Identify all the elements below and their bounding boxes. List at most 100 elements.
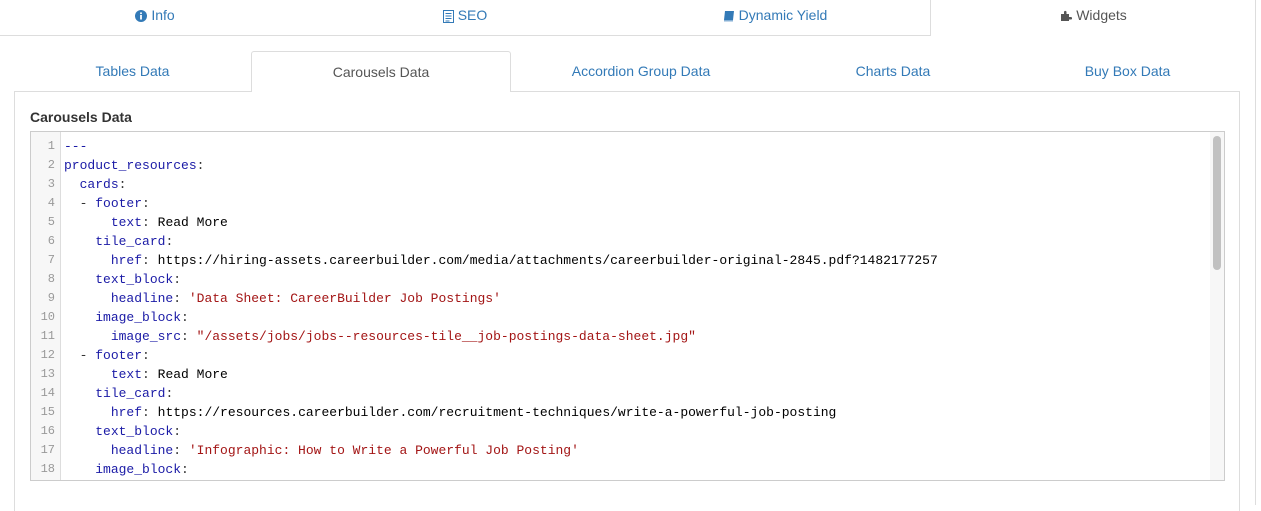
- code-line: 17 headline: 'Infographic: How to Write …: [31, 441, 1211, 460]
- line-number: 2: [47, 158, 55, 172]
- content-right-border: [1255, 0, 1256, 505]
- yaml-colon: :: [142, 348, 150, 363]
- code-line: 1 ---: [31, 137, 1211, 156]
- code-line: 16 text_block:: [31, 422, 1211, 441]
- yaml-value: Read More: [157, 215, 228, 230]
- tab-seo[interactable]: SEO: [310, 0, 620, 35]
- code-line: 13 text: Read More: [31, 365, 1211, 384]
- line-number: 17: [40, 443, 55, 457]
- yaml-value: https://resources.careerbuilder.com/recr…: [157, 405, 837, 420]
- line-number: 18: [40, 462, 55, 476]
- yaml-key: text: [110, 215, 143, 230]
- code-text: - footer:: [64, 346, 150, 365]
- yaml-colon: :: [142, 405, 158, 420]
- line-number: 11: [40, 329, 55, 343]
- yaml-colon: :: [118, 177, 127, 192]
- yaml-value: 'Infographic: How to Write a Powerful Jo…: [188, 443, 579, 458]
- yaml-key: headline: [110, 291, 174, 306]
- tab-info-label: Info: [151, 7, 175, 23]
- line-number: 4: [47, 196, 55, 210]
- yaml-key: cards: [79, 177, 119, 192]
- code-indent: -: [64, 196, 96, 211]
- line-number: 12: [40, 348, 55, 362]
- code-text: headline: 'Data Sheet: CareerBuilder Job…: [64, 289, 501, 308]
- yaml-key: footer: [95, 348, 143, 363]
- line-number: 14: [40, 386, 55, 400]
- code-line: 8 text_block:: [31, 270, 1211, 289]
- tab-tables-data[interactable]: Tables Data: [14, 51, 251, 91]
- code-text: image_src: "/assets/jobs/jobs--resources…: [64, 327, 696, 346]
- yaml-colon: :: [181, 310, 189, 325]
- tab-widgets[interactable]: Widgets: [930, 0, 1256, 36]
- yaml-key: text_block: [95, 272, 174, 287]
- yaml-colon: :: [165, 234, 174, 249]
- yaml-key: image_block: [95, 310, 182, 325]
- code-line: 5 text: Read More: [31, 213, 1211, 232]
- tab-charts-data[interactable]: Charts Data: [771, 51, 1015, 91]
- book-icon: [723, 10, 735, 22]
- yaml-value: Read More: [157, 367, 228, 382]
- line-number: 9: [47, 291, 55, 305]
- tab-accordion-group-data[interactable]: Accordion Group Data: [511, 51, 771, 91]
- yaml-colon: :: [142, 253, 158, 268]
- line-number: 6: [47, 234, 55, 248]
- line-number: 16: [40, 424, 55, 438]
- tab-carousels-data[interactable]: Carousels Data: [251, 51, 511, 92]
- code-text: cards:: [64, 175, 127, 194]
- code-line: 12 - footer:: [31, 346, 1211, 365]
- code-line: 15 href: https://resources.careerbuilder…: [31, 403, 1211, 422]
- line-number: 7: [47, 253, 55, 267]
- tab-info[interactable]: Info: [0, 0, 310, 35]
- yaml-colon: :: [165, 386, 174, 401]
- line-number: 8: [47, 272, 55, 286]
- yaml-key: headline: [110, 443, 174, 458]
- info-circle-icon: [135, 10, 148, 23]
- tab-dynamic-yield-label: Dynamic Yield: [738, 7, 828, 23]
- code-text: href: https://resources.careerbuilder.co…: [64, 403, 837, 422]
- code-line: 14 tile_card:: [31, 384, 1211, 403]
- yaml-key: text: [110, 367, 143, 382]
- yaml-value: https://hiring-assets.careerbuilder.com/…: [157, 253, 938, 268]
- tab-widgets-label: Widgets: [1076, 7, 1127, 23]
- yaml-key: href: [110, 405, 143, 420]
- carousels-data-label: Carousels Data: [30, 109, 132, 125]
- yaml-colon: :: [181, 462, 189, 477]
- tab-seo-label: SEO: [457, 7, 488, 23]
- tab-buy-box-data[interactable]: Buy Box Data: [1015, 51, 1240, 91]
- editor-scrollbar-thumb[interactable]: [1213, 136, 1221, 270]
- sub-tab-bar: Tables Data Carousels Data Accordion Gro…: [14, 51, 1240, 92]
- code-text: text: Read More: [64, 365, 228, 384]
- code-line: 2 product_resources:: [31, 156, 1211, 175]
- yaml-key: image_block: [95, 462, 182, 477]
- yaml-key: tile_card: [95, 234, 166, 249]
- editor-scrollbar-track[interactable]: [1210, 132, 1224, 480]
- line-number: 15: [40, 405, 55, 419]
- code-line: 9 headline: 'Data Sheet: CareerBuilder J…: [31, 289, 1211, 308]
- tab-dynamic-yield[interactable]: Dynamic Yield: [620, 0, 930, 35]
- yaml-colon: :: [181, 329, 197, 344]
- code-text: tile_card:: [64, 384, 173, 403]
- yaml-colon: :: [173, 424, 182, 439]
- code-text: - footer:: [64, 194, 150, 213]
- yaml-value: 'Data Sheet: CareerBuilder Job Postings': [188, 291, 501, 306]
- code-line: 7 href: https://hiring-assets.careerbuil…: [31, 251, 1211, 270]
- code-indent: -: [64, 348, 96, 363]
- code-line: 10 image_block:: [31, 308, 1211, 327]
- yaml-code-editor[interactable]: 1 --- 2 product_resources: 3 cards: 4 - foote…: [30, 131, 1225, 481]
- code-line: 3 cards:: [31, 175, 1211, 194]
- document-icon: [442, 9, 454, 23]
- line-number: 10: [40, 310, 55, 324]
- code-text: text_block:: [64, 270, 181, 289]
- yaml-key: footer: [95, 196, 143, 211]
